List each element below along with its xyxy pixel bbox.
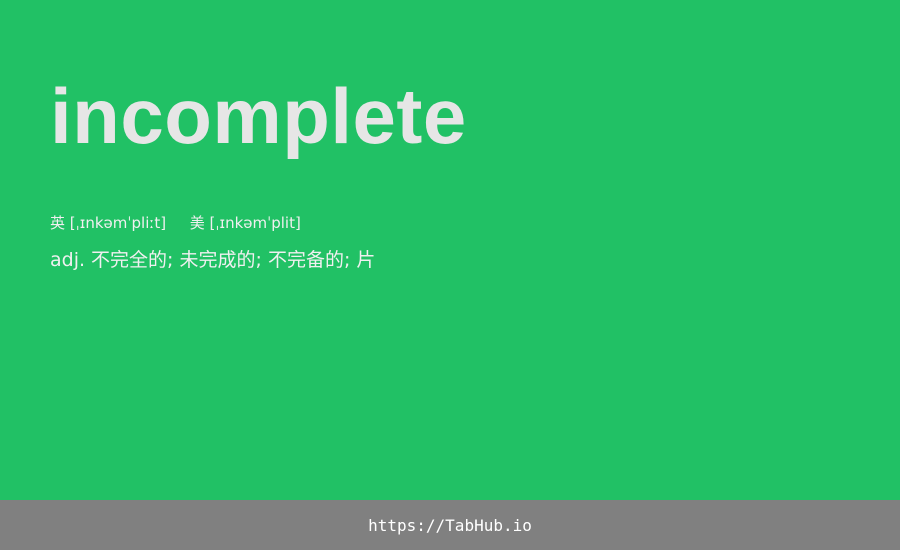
- us-phonetic: [ˌɪnkəmˈplit]: [209, 214, 301, 232]
- word-card: incomplete 英 [ˌɪnkəmˈpliːt] 美 [ˌɪnkəmˈpl…: [0, 0, 900, 500]
- uk-label: 英: [50, 214, 66, 232]
- tabhub-link[interactable]: https://TabHub.io: [368, 516, 532, 535]
- us-label: 美: [189, 214, 205, 232]
- uk-phonetic: [ˌɪnkəmˈpliːt]: [69, 214, 167, 232]
- definition-text: adj. 不完全的; 未完成的; 不完备的; 片: [50, 249, 376, 271]
- footer-bar: https://TabHub.io: [0, 500, 900, 550]
- headword: incomplete: [50, 72, 467, 160]
- phonetics-row: 英 [ˌɪnkəmˈpliːt] 美 [ˌɪnkəmˈplit]: [50, 212, 301, 234]
